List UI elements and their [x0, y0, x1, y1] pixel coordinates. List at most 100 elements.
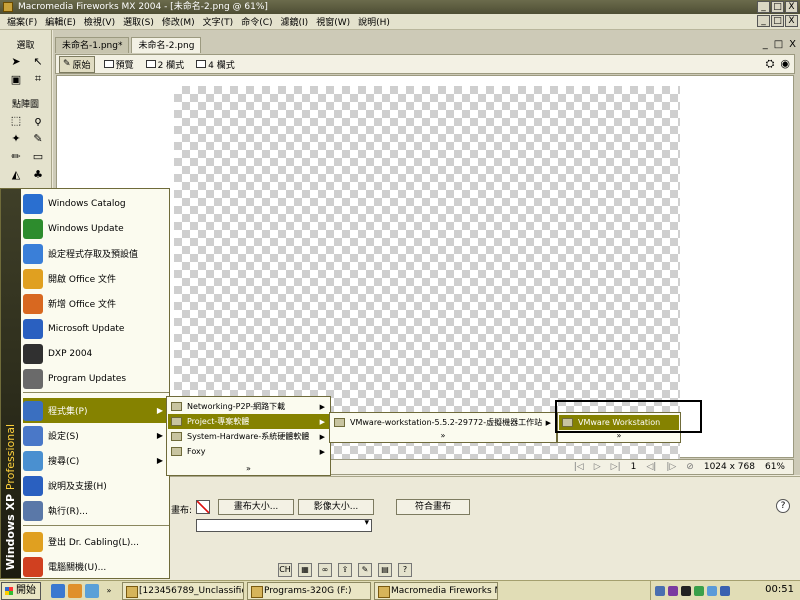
link-icon[interactable]: ∞: [318, 563, 332, 577]
messenger-tray-icon[interactable]: [720, 585, 730, 596]
firefox-icon[interactable]: [68, 583, 82, 598]
menu-file[interactable]: 檔案(F): [3, 15, 41, 28]
close-button[interactable]: X: [785, 1, 798, 13]
stop-icon[interactable]: ⊘: [686, 462, 694, 472]
menu-item-icon: [23, 556, 43, 577]
start-menu-item[interactable]: Microsoft Update: [23, 316, 169, 341]
taskbar-button-drive[interactable]: Programs-320G (F:): [247, 581, 371, 600]
submenu-item[interactable]: Project-專案軟體 ▶: [168, 414, 329, 429]
blur-tool-icon[interactable]: ◭: [8, 166, 24, 182]
fireworks-update-icon[interactable]: ◉: [780, 57, 790, 71]
rubber-stamp-tool-icon[interactable]: ♣: [30, 166, 46, 182]
submenu-item[interactable]: System-Hardware-系統硬體軟體 ▶: [168, 429, 329, 444]
update-tray-icon[interactable]: [694, 585, 704, 596]
crop-tool-icon[interactable]: ⌗: [30, 71, 46, 87]
next-frame-icon[interactable]: |▷: [666, 462, 676, 472]
quick-export-icon[interactable]: ⛭: [766, 57, 775, 71]
canvas-size-button[interactable]: 畫布大小...: [218, 499, 294, 515]
start-menu-item[interactable]: 設定程式存取及預設值: [23, 241, 169, 266]
menu-modify[interactable]: 修改(M): [158, 15, 199, 28]
explorer-icon[interactable]: [85, 583, 99, 598]
menu-select[interactable]: 選取(S): [119, 15, 158, 28]
maximize-button[interactable]: □: [771, 1, 784, 13]
magic-wand-tool-icon[interactable]: ✦: [8, 130, 24, 146]
start-menu-item[interactable]: 開啟 Office 文件: [23, 266, 169, 291]
menu-edit[interactable]: 編輯(E): [41, 15, 80, 28]
draw-icon[interactable]: ✎: [358, 563, 372, 577]
start-menu-item[interactable]: 新增 Office 文件: [23, 291, 169, 316]
menu-item-icon: [23, 475, 43, 496]
eraser-tool-icon[interactable]: ▭: [30, 148, 46, 164]
scale-tool-icon[interactable]: ▣: [8, 71, 24, 87]
antivirus-tray-icon[interactable]: [668, 585, 678, 596]
menu-window[interactable]: 視窗(W): [312, 15, 354, 28]
volume-tray-icon[interactable]: [707, 585, 717, 596]
annotation-highlight-box: [555, 400, 702, 433]
doc-restore-button[interactable]: □: [774, 39, 783, 50]
mdi-close-button[interactable]: X: [785, 15, 798, 27]
submenu-item[interactable]: Foxy ▶: [168, 444, 329, 459]
taskbar-button-fireworks[interactable]: Macromedia Fireworks M...: [374, 581, 498, 600]
start-menu-item[interactable]: Windows Catalog: [23, 191, 169, 216]
start-menu-item[interactable]: DXP 2004: [23, 341, 169, 366]
view-4up-button[interactable]: 4 欄式: [193, 57, 238, 72]
display-tray-icon[interactable]: [681, 585, 691, 596]
view-original-button[interactable]: ✎ 原始: [59, 55, 95, 73]
tab-untitled-1[interactable]: 未命名-1.png*: [55, 37, 130, 53]
tab-untitled-2[interactable]: 未命名-2.png: [131, 37, 202, 53]
ch-icon[interactable]: CH: [278, 563, 292, 577]
grid-icon[interactable]: ▦: [298, 563, 312, 577]
quicklaunch-more-icon[interactable]: »: [102, 584, 116, 598]
canvas-color-swatch[interactable]: [196, 500, 210, 514]
view-2up-button[interactable]: 2 欄式: [143, 57, 188, 72]
fit-canvas-button[interactable]: 符合畫布: [396, 499, 470, 515]
ie-icon[interactable]: [51, 583, 65, 598]
menu-commands[interactable]: 命令(C): [237, 15, 276, 28]
image-size-button[interactable]: 影像大小...: [298, 499, 374, 515]
pointer-tool-icon[interactable]: ➤: [8, 53, 24, 69]
start-button[interactable]: 開始: [1, 581, 41, 600]
layout-icon[interactable]: ▤: [378, 563, 392, 577]
start-menu-item[interactable]: 執行(R)...: [23, 498, 169, 523]
start-menu-item[interactable]: Program Updates: [23, 366, 169, 391]
submenu-arrow-icon: ▶: [156, 431, 163, 440]
start-menu-item[interactable]: Windows Update: [23, 216, 169, 241]
export-icon[interactable]: ⇪: [338, 563, 352, 577]
menu-view[interactable]: 檢視(V): [80, 15, 119, 28]
doc-close-button[interactable]: X: [789, 39, 796, 50]
last-frame-icon[interactable]: ▷|: [611, 462, 621, 472]
zoom-level[interactable]: 61%: [765, 462, 785, 472]
help-icon[interactable]: ?: [776, 499, 790, 513]
programs-more-icon[interactable]: »: [167, 463, 330, 475]
menu-help[interactable]: 說明(H): [354, 15, 394, 28]
start-menu-item[interactable]: 登出 Dr. Cabling(L)...: [23, 529, 169, 554]
mdi-restore-button[interactable]: □: [771, 15, 784, 27]
brush-tool-icon[interactable]: ✎: [30, 130, 46, 146]
menu-text[interactable]: 文字(T): [199, 15, 238, 28]
properties-dropdown[interactable]: [196, 518, 372, 532]
first-frame-icon[interactable]: |◁: [574, 462, 584, 472]
submenu-item[interactable]: VMware-workstation-5.5.2-29772-虛擬機器工作站 ▶: [331, 415, 555, 430]
start-menu-item[interactable]: 電腦關機(U)...: [23, 554, 169, 579]
play-icon[interactable]: ▷: [594, 462, 601, 472]
start-menu-item[interactable]: 設定(S) ▶: [23, 423, 169, 448]
pencil-tool-icon[interactable]: ✏: [8, 148, 24, 164]
doc-minimize-button[interactable]: _: [763, 39, 768, 50]
network-tray-icon[interactable]: [655, 585, 665, 596]
taskbar-button-folder[interactable]: [123456789_Unclassified...: [122, 581, 244, 600]
question-icon[interactable]: ?: [398, 563, 412, 577]
start-menu-item[interactable]: 程式集(P) ▶: [23, 398, 169, 423]
menu-filters[interactable]: 濾鏡(I): [277, 15, 313, 28]
lasso-tool-icon[interactable]: ϙ: [30, 112, 46, 128]
mdi-minimize-button[interactable]: _: [757, 15, 770, 27]
start-menu-item[interactable]: 說明及支援(H): [23, 473, 169, 498]
minimize-button[interactable]: _: [757, 1, 770, 13]
view-preview-button[interactable]: 預覽: [101, 57, 137, 72]
submenu-item[interactable]: Networking-P2P-網路下載 ▶: [168, 399, 329, 414]
subselect-tool-icon[interactable]: ↖: [30, 53, 46, 69]
project-more-icon[interactable]: »: [330, 430, 556, 442]
marquee-tool-icon[interactable]: ⬚: [8, 112, 24, 128]
prev-frame-icon[interactable]: ◁|: [646, 462, 656, 472]
start-menu-item[interactable]: 搜尋(C) ▶: [23, 448, 169, 473]
program-icon: [23, 193, 43, 214]
